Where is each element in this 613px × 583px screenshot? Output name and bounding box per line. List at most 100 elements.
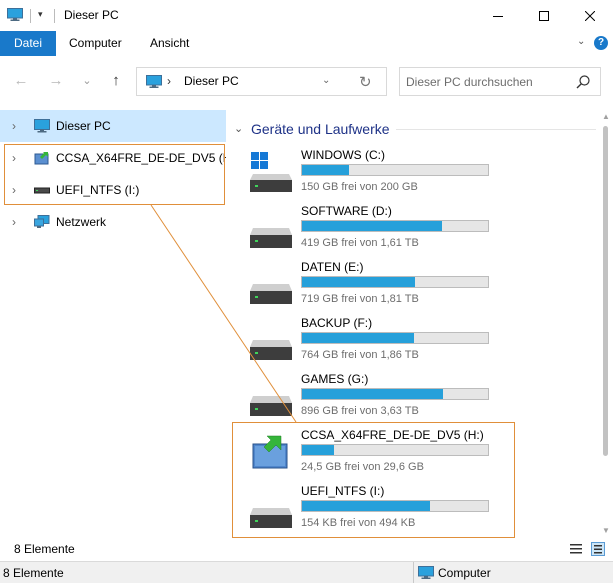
drive-name: DATEN (E:) [301,260,364,274]
drive-item-backup-f[interactable]: BACKUP (F:) 764 GB frei von 1,86 TB [226,316,566,372]
navigation-bar: ← → ⌄ ↑ › Dieser PC ⌄ ↻ [0,56,613,108]
details-view-icon[interactable] [569,542,583,556]
group-divider [396,129,596,130]
usb-drive-icon [34,187,50,194]
tiles-view-icon[interactable] [591,542,605,556]
status-bar: 8 Elemente [0,538,613,560]
drive-free-space: 764 GB frei von 1,86 TB [301,349,419,361]
search-icon[interactable] [575,74,591,90]
scroll-up-icon[interactable]: ▲ [602,112,610,121]
hard-drive-icon [249,264,293,306]
ribbon-tabs: Datei Computer Ansicht ⌄ ? [0,31,613,56]
drive-usage-fill [302,445,334,455]
status-divider [413,562,414,583]
title-bar: ▾ Dieser PC [0,0,613,31]
hard-drive-icon [249,320,293,362]
navpane-item-uefi-drive[interactable]: › UEFI_NTFS (I:) [0,174,226,206]
content-area: ⌄ Geräte und Laufwerke WINDOWS (C:) 150 G… [226,108,613,538]
drive-item-software-d[interactable]: SOFTWARE (D:) 419 GB frei von 1,61 TB [226,204,566,260]
minimize-button[interactable] [475,0,521,31]
drive-usage-fill [302,221,442,231]
tab-ansicht[interactable]: Ansicht [137,31,202,56]
item-count: 8 Elemente [14,542,75,556]
navpane-item-label: Netzwerk [56,215,107,229]
drive-free-space: 24,5 GB frei von 29,6 GB [301,461,424,473]
drive-item-uefi-ntfs-i[interactable]: UEFI_NTFS (I:) 154 KB frei von 494 KB [226,484,566,540]
drive-item-daten-e[interactable]: DATEN (E:) 719 GB frei von 1,81 TB [226,260,566,316]
drive-usage-bar [301,164,489,176]
address-dropdown-icon[interactable]: ⌄ [322,75,330,86]
minimize-icon [493,15,503,17]
drive-item-windows-c[interactable]: WINDOWS (C:) 150 GB frei von 200 GB [226,148,566,204]
search-input[interactable] [400,68,570,95]
usb-drive-icon [249,488,293,530]
scrollbar-thumb[interactable] [603,126,608,456]
drive-name: GAMES (G:) [301,372,369,386]
quick-access-separator [30,9,31,23]
navpane-item-dieser-pc[interactable]: › Dieser PC [0,110,226,142]
network-icon [34,215,50,228]
drive-free-space: 719 GB frei von 1,81 TB [301,293,419,305]
breadcrumb[interactable]: Dieser PC [184,74,239,88]
drive-name: BACKUP (F:) [301,316,373,330]
tab-computer[interactable]: Computer [56,31,135,56]
drive-usage-fill [302,277,416,287]
drive-free-space: 419 GB frei von 1,61 TB [301,237,419,249]
address-bar[interactable]: › Dieser PC ⌄ ↻ [136,67,387,96]
drive-usage-fill [302,501,431,511]
drive-usage-bar [301,332,489,344]
ribbon-expand-icon[interactable]: ⌄ [577,36,585,47]
drive-item-games-g[interactable]: GAMES (G:) 896 GB frei von 3,63 TB [226,372,566,428]
drive-usage-bar [301,220,489,232]
hard-drive-icon [249,376,293,418]
breadcrumb-chevron-icon[interactable]: › [167,74,171,88]
drive-free-space: 154 KB frei von 494 KB [301,517,416,529]
search-box[interactable] [399,67,601,96]
navpane-item-label: CCSA_X64FRE_DE-DE_DV5 (H:) [56,151,239,165]
dvd-drive-icon [249,432,293,474]
drive-name: UEFI_NTFS (I:) [301,484,385,498]
drive-usage-fill [302,333,414,343]
navpane-item-netzwerk[interactable]: › Netzwerk [0,206,226,238]
scroll-down-icon[interactable]: ▼ [602,526,610,535]
monitor-icon [146,75,162,88]
monitor-icon [418,566,434,579]
expand-chevron-icon[interactable]: › [12,119,16,133]
help-icon[interactable]: ? [594,36,608,50]
close-icon [585,10,595,21]
drive-usage-bar [301,276,489,288]
drive-free-space: 896 GB frei von 3,63 TB [301,405,419,417]
drive-usage-bar [301,500,489,512]
expand-chevron-icon[interactable]: › [12,151,16,165]
collapse-chevron-icon[interactable]: ⌄ [234,122,243,135]
recent-locations-icon[interactable]: ⌄ [77,70,97,90]
window-title: Dieser PC [64,8,119,22]
vertical-scrollbar[interactable]: ▲ ▼ [598,108,613,536]
expand-chevron-icon[interactable]: › [12,215,16,229]
close-button[interactable] [567,0,613,31]
up-button[interactable]: ↑ [106,70,126,90]
drive-usage-fill [302,389,444,399]
refresh-button[interactable]: ↻ [359,73,372,91]
drive-name: WINDOWS (C:) [301,148,385,162]
drive-usage-bar [301,388,489,400]
dvd-drive-icon [34,152,49,165]
navpane-item-ccsa-drive[interactable]: › CCSA_X64FRE_DE-DE_DV5 (H:) [0,142,239,174]
drive-name: SOFTWARE (D:) [301,204,392,218]
quick-access-dropdown-icon[interactable]: ▾ [38,9,43,20]
forward-button[interactable]: → [46,70,66,90]
maximize-button[interactable] [521,0,567,31]
tab-datei[interactable]: Datei [0,31,56,56]
windows-drive-icon [249,152,293,194]
back-button[interactable]: ← [11,70,31,90]
navpane-item-label: Dieser PC [56,119,111,133]
navpane-item-label: UEFI_NTFS (I:) [56,183,140,197]
drive-item-ccsa-x64fre-de-de-dv5-h[interactable]: CCSA_X64FRE_DE-DE_DV5 (H:) 24,5 GB frei v… [226,428,566,484]
hard-drive-icon [249,208,293,250]
monitor-icon[interactable] [7,8,23,21]
drive-usage-fill [302,165,349,175]
navigation-pane: › Dieser PC › CCSA_X64FRE_DE-DE_DV5 (H:)… [0,108,239,536]
expand-chevron-icon[interactable]: › [12,183,16,197]
drive-usage-bar [301,444,489,456]
item-count: 8 Elemente [3,566,64,580]
